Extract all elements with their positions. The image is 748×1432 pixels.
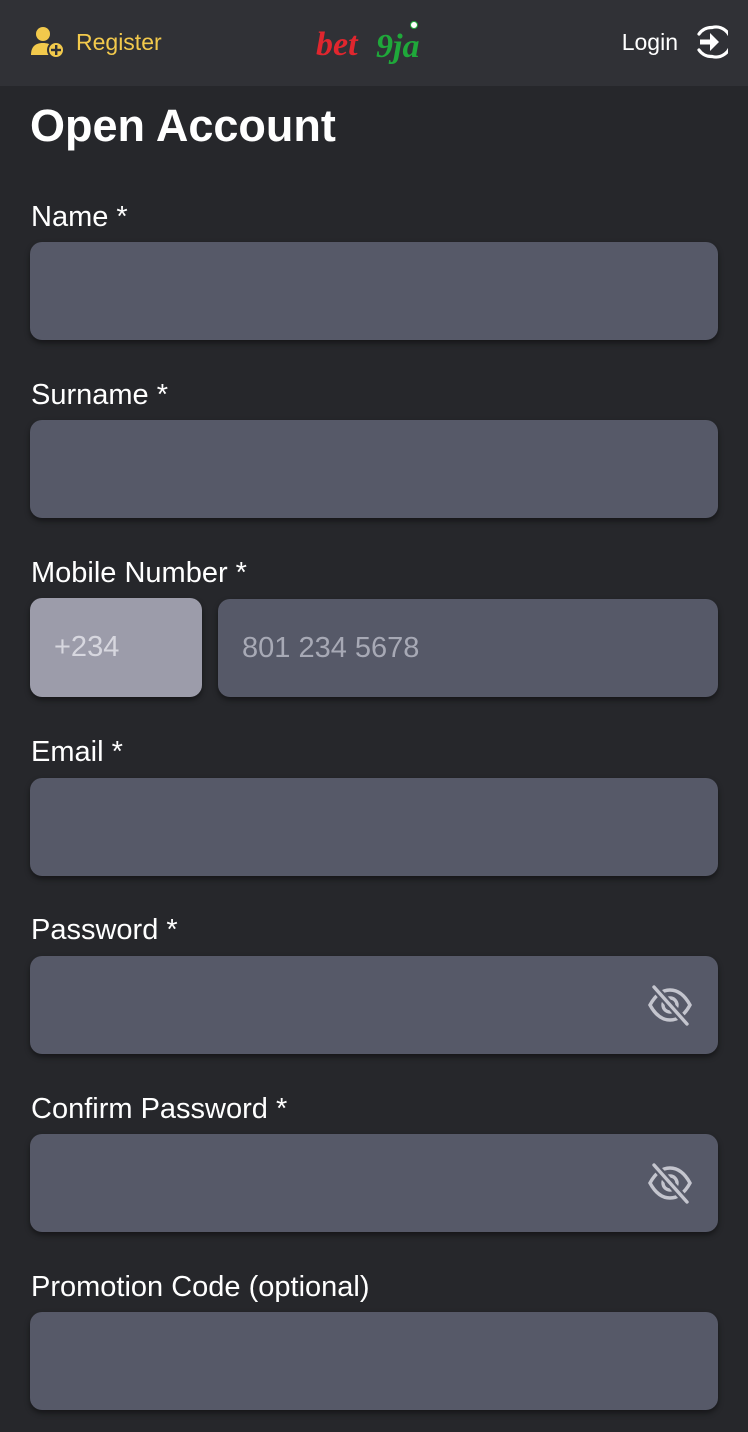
login-link[interactable]: Login — [622, 20, 728, 64]
eye-off-icon — [648, 1161, 692, 1206]
bet9ja-logo[interactable]: bet 9ja — [314, 18, 444, 68]
mobile-number-input[interactable] — [218, 599, 718, 697]
confirm-password-input[interactable] — [30, 1134, 718, 1232]
login-arrow-icon — [697, 25, 728, 59]
logo-text-9ja: 9ja — [376, 28, 419, 65]
register-label: Register — [76, 29, 162, 55]
promotion-code-label: Promotion Code (optional) — [31, 1271, 370, 1303]
eye-off-icon — [648, 983, 692, 1028]
app-header: Register bet 9ja Login — [0, 0, 748, 86]
country-code-prefix: +234 — [30, 598, 202, 697]
page-title: Open Account — [30, 100, 336, 151]
confirm-password-label: Confirm Password * — [31, 1093, 288, 1125]
email-label: Email * — [31, 736, 123, 768]
logo-text-bet: bet — [316, 26, 359, 63]
mobile-number-label: Mobile Number * — [31, 557, 247, 589]
password-visibility-toggle[interactable] — [646, 981, 694, 1029]
surname-input[interactable] — [30, 420, 718, 518]
register-link[interactable]: Register — [30, 22, 162, 62]
name-input[interactable] — [30, 242, 718, 340]
email-input[interactable] — [30, 778, 718, 876]
surname-label: Surname * — [31, 379, 169, 411]
password-label: Password * — [31, 914, 178, 946]
login-label: Login — [621, 28, 678, 55]
promotion-code-input[interactable] — [30, 1312, 718, 1410]
user-plus-icon — [31, 27, 65, 59]
confirm-password-visibility-toggle[interactable] — [646, 1159, 694, 1207]
password-input[interactable] — [30, 956, 718, 1054]
name-label: Name * — [31, 201, 128, 233]
